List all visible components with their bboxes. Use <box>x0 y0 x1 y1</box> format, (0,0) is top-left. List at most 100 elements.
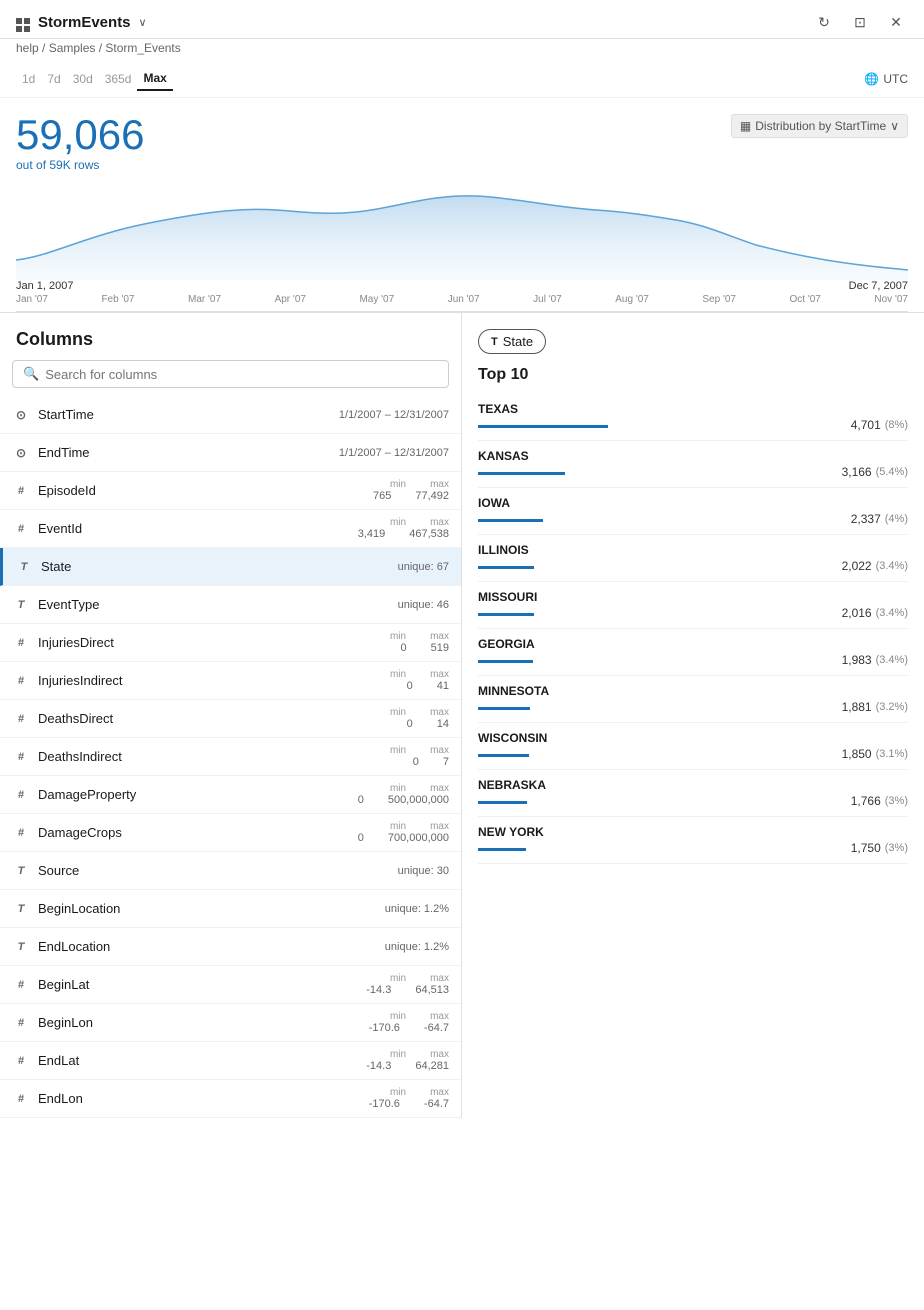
header-left: StormEvents ∨ <box>16 12 147 32</box>
stat-bar-row: 3,166 (5.4%) <box>478 465 908 479</box>
col-minmax: minmax 0500,000,000 <box>358 783 449 806</box>
type-icon: T <box>491 336 498 348</box>
stat-bar-row: 1,983 (3.4%) <box>478 653 908 667</box>
col-unique: unique: 1.2% <box>385 903 449 915</box>
text-icon: T <box>12 865 30 877</box>
col-name: DamageProperty <box>38 787 358 802</box>
stat-value: 1,850 <box>842 747 872 761</box>
chart-dates: Jan 1, 2007 Dec 7, 2007 <box>16 280 908 292</box>
table-row[interactable]: #EventId minmax 3,419467,538 <box>0 510 461 548</box>
table-row[interactable]: TStateunique: 67 <box>0 548 461 586</box>
top10-list: TEXAS 4,701 (8%) KANSAS 3,166 (5.4%) IOW… <box>478 394 908 864</box>
col-name: DeathsIndirect <box>38 749 390 764</box>
header-right: ↻ ⊡ ✕ <box>812 10 908 34</box>
table-row[interactable]: #EpisodeId minmax 76577,492 <box>0 472 461 510</box>
col-minmax: minmax 0700,000,000 <box>358 821 449 844</box>
col-name: InjuriesIndirect <box>38 673 390 688</box>
col-minmax: minmax -14.364,513 <box>366 973 449 996</box>
breadcrumb: help / Samples / Storm_Events <box>0 39 924 61</box>
hash-icon: # <box>12 827 30 839</box>
stat-name: MISSOURI <box>478 590 908 604</box>
app-title[interactable]: StormEvents <box>38 14 131 31</box>
time-7d[interactable]: 7d <box>41 68 66 90</box>
col-range: 1/1/2007 – 12/31/2007 <box>339 409 449 421</box>
search-input[interactable] <box>45 367 438 382</box>
table-row[interactable]: T Sourceunique: 30 <box>0 852 461 890</box>
stat-name: NEW YORK <box>478 825 908 839</box>
layout-icon[interactable]: ⊡ <box>848 10 872 34</box>
hash-icon: # <box>12 1017 30 1029</box>
distribution-button[interactable]: ▦ Distribution by StartTime ∨ <box>731 114 908 138</box>
col-name: State <box>41 559 398 574</box>
stat-pct: (3.1%) <box>876 748 908 760</box>
table-row[interactable]: #DeathsDirect minmax 014 <box>0 700 461 738</box>
state-badge[interactable]: T State <box>478 329 546 354</box>
table-row[interactable]: # BeginLon minmax -170.6-64.7 <box>0 1004 461 1042</box>
stat-value: 4,701 <box>851 418 881 432</box>
table-row[interactable]: #DamageCrops minmax 0700,000,000 <box>0 814 461 852</box>
text-icon: T <box>12 903 30 915</box>
stat-name: ILLINOIS <box>478 543 908 557</box>
table-row[interactable]: TBeginLocationunique: 1.2% <box>0 890 461 928</box>
stat-value: 1,766 <box>851 794 881 808</box>
col-name: InjuriesDirect <box>38 635 390 650</box>
time-30d[interactable]: 30d <box>67 68 99 90</box>
col-name: EventId <box>38 521 358 536</box>
stat-pct: (3.4%) <box>876 607 908 619</box>
stat-value: 1,750 <box>851 841 881 855</box>
col-range: 1/1/2007 – 12/31/2007 <box>339 447 449 459</box>
table-row[interactable]: #EndLon minmax -170.6-64.7 <box>0 1080 461 1118</box>
col-unique: unique: 30 <box>398 865 449 877</box>
stat-name: TEXAS <box>478 402 908 416</box>
time-max[interactable]: Max <box>137 67 172 91</box>
stat-pct: (3.4%) <box>876 560 908 572</box>
table-row[interactable]: #DeathsIndirect minmax 07 <box>0 738 461 776</box>
col-minmax: minmax 76577,492 <box>373 479 449 502</box>
table-row[interactable]: TEventTypeunique: 46 <box>0 586 461 624</box>
stat-bar <box>478 613 534 616</box>
table-row[interactable]: #InjuriesIndirect minmax 041 <box>0 662 461 700</box>
table-row[interactable]: #BeginLat minmax -14.364,513 <box>0 966 461 1004</box>
text-icon: T <box>12 941 30 953</box>
chart-svg <box>16 180 908 280</box>
time-1d[interactable]: 1d <box>16 68 41 90</box>
globe-icon: 🌐 <box>864 72 879 86</box>
chevron-down-icon[interactable]: ∨ <box>139 16 147 29</box>
text-icon: T <box>15 561 33 573</box>
stat-value: 1,881 <box>842 700 872 714</box>
stat-bar <box>478 566 534 569</box>
list-item: TEXAS 4,701 (8%) <box>478 394 908 441</box>
detail-panel: T State Top 10 TEXAS 4,701 (8%) KANSAS 3… <box>462 313 924 1118</box>
hash-icon: # <box>12 751 30 763</box>
utc-button[interactable]: 🌐 UTC <box>864 72 908 86</box>
col-minmax: minmax -170.6-64.7 <box>369 1011 449 1034</box>
stat-bar-row: 2,337 (4%) <box>478 512 908 526</box>
table-row[interactable]: TEndLocationunique: 1.2% <box>0 928 461 966</box>
col-name: BeginLon <box>38 1015 369 1030</box>
col-name: EventType <box>38 597 398 612</box>
time-bar: 1d 7d 30d 365d Max 🌐 UTC <box>0 61 924 98</box>
list-item: NEW YORK 1,750 (3%) <box>478 817 908 864</box>
table-row[interactable]: #DamageProperty minmax 0500,000,000 <box>0 776 461 814</box>
stat-bar-row: 1,750 (3%) <box>478 841 908 855</box>
refresh-icon[interactable]: ↻ <box>812 10 836 34</box>
col-name: EpisodeId <box>38 483 373 498</box>
list-item: IOWA 2,337 (4%) <box>478 488 908 535</box>
table-row[interactable]: ⊙EndTime1/1/2007 – 12/31/2007 <box>0 434 461 472</box>
col-name: StartTime <box>38 407 339 422</box>
hash-icon: # <box>12 637 30 649</box>
list-item: ILLINOIS 2,022 (3.4%) <box>478 535 908 582</box>
stat-name: WISCONSIN <box>478 731 908 745</box>
hash-icon: # <box>12 675 30 687</box>
table-row[interactable]: #EndLat minmax -14.364,281 <box>0 1042 461 1080</box>
stat-bar <box>478 848 526 851</box>
table-row[interactable]: ⊙StartTime1/1/2007 – 12/31/2007 <box>0 396 461 434</box>
col-minmax: minmax -170.6-64.7 <box>369 1087 449 1110</box>
col-name: Source <box>38 863 398 878</box>
table-row[interactable]: #InjuriesDirect minmax 0519 <box>0 624 461 662</box>
time-365d[interactable]: 365d <box>99 68 138 90</box>
stat-name: KANSAS <box>478 449 908 463</box>
stat-pct: (3%) <box>885 842 908 854</box>
stat-bar-row: 1,881 (3.2%) <box>478 700 908 714</box>
close-icon[interactable]: ✕ <box>884 10 908 34</box>
